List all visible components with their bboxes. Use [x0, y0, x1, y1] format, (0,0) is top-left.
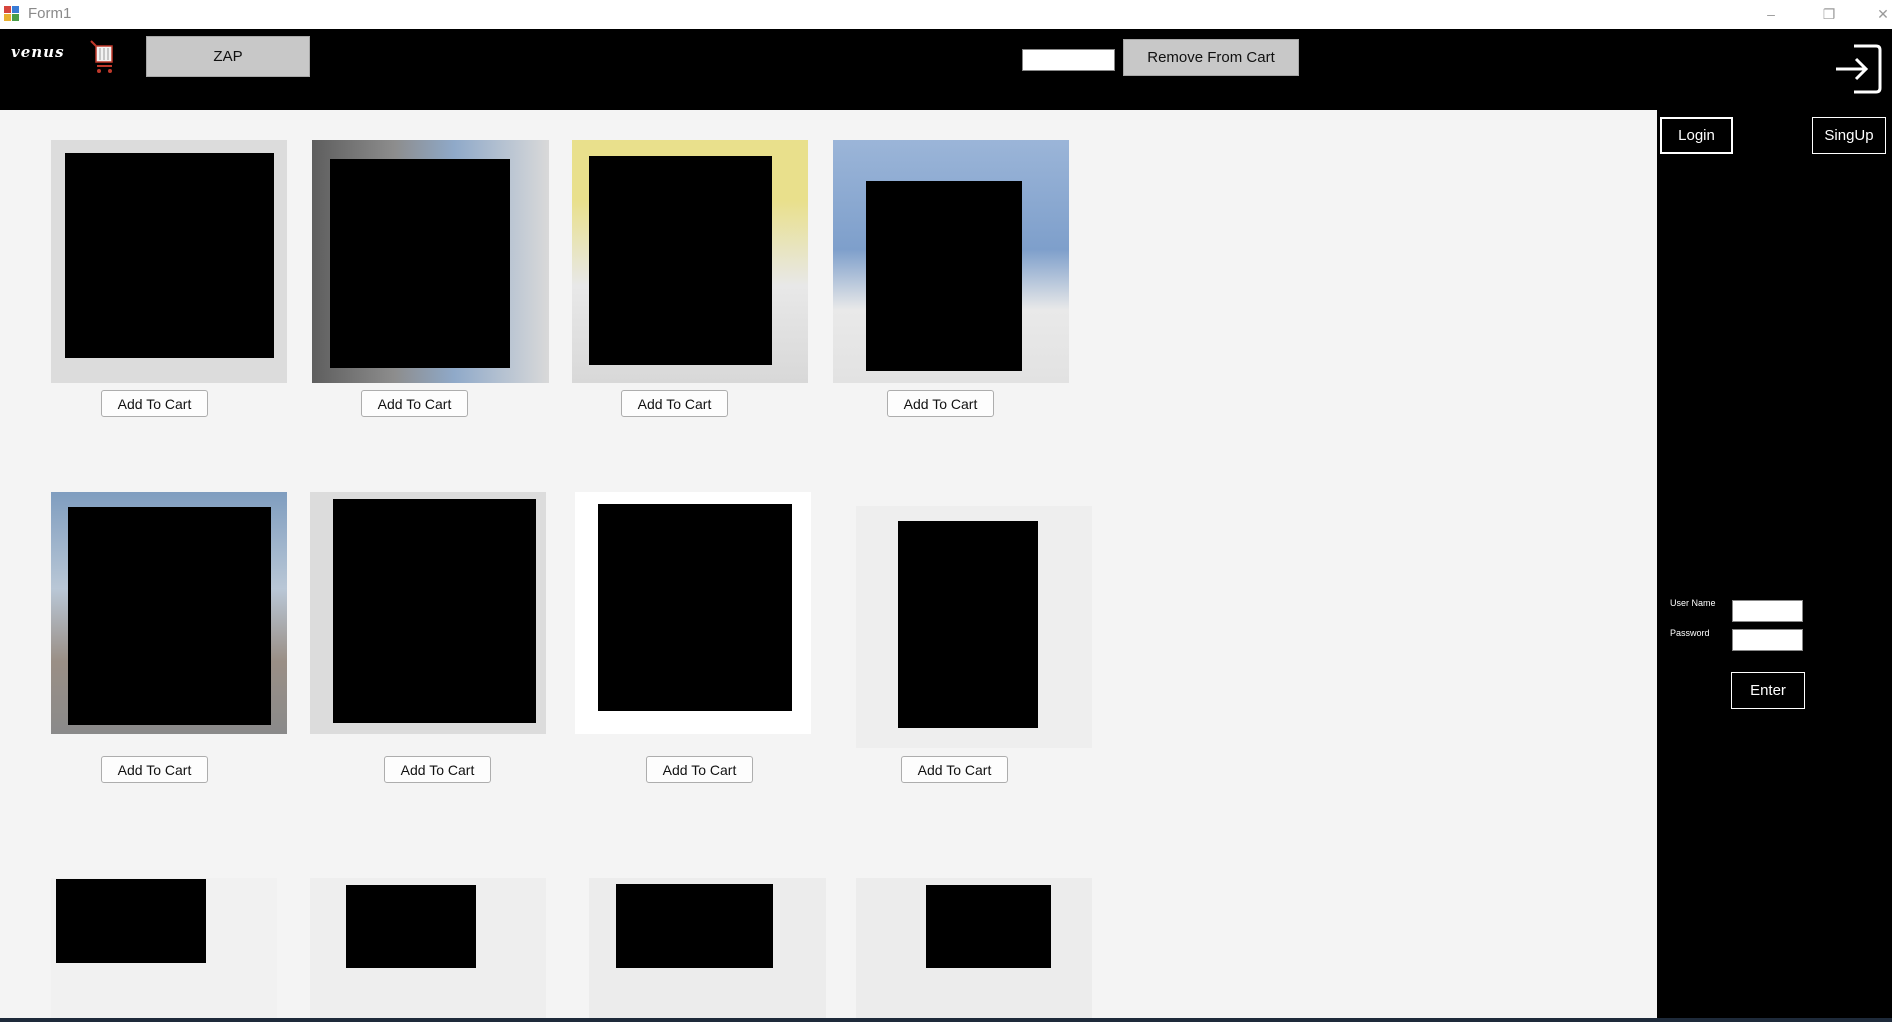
redacted-box: [330, 159, 510, 368]
exit-icon[interactable]: [1832, 40, 1884, 98]
add-to-cart-button[interactable]: Add To Cart: [901, 756, 1008, 783]
product-image: [51, 492, 287, 734]
account-sidebar: Login SingUp User Name Password Enter: [1657, 110, 1892, 1022]
shopping-cart-icon[interactable]: [88, 38, 118, 76]
product-image: [575, 492, 811, 734]
app-form-icon: [4, 6, 20, 22]
redacted-box: [65, 153, 274, 358]
window-title: Form1: [28, 5, 72, 22]
redacted-box: [589, 156, 772, 365]
password-label: Password: [1670, 628, 1710, 638]
product-image: [312, 140, 549, 383]
window-bottom-edge: [0, 1018, 1892, 1022]
redacted-box: [56, 879, 206, 963]
product-image: [833, 140, 1069, 383]
product-image: [51, 140, 287, 383]
redacted-box: [598, 504, 792, 711]
product-image: [856, 506, 1092, 748]
product-image: [856, 878, 1092, 1022]
remove-from-cart-button[interactable]: Remove From Cart: [1123, 39, 1299, 76]
add-to-cart-button[interactable]: Add To Cart: [887, 390, 994, 417]
zap-button[interactable]: ZAP: [146, 36, 310, 77]
enter-button[interactable]: Enter: [1731, 672, 1805, 709]
redacted-box: [333, 499, 536, 723]
redacted-box: [866, 181, 1022, 371]
redacted-box: [68, 507, 271, 725]
product-image: [310, 878, 546, 1022]
venus-logo: venus: [11, 43, 65, 61]
product-image: [572, 140, 808, 383]
redacted-box: [898, 521, 1038, 728]
signup-button[interactable]: SingUp: [1812, 117, 1886, 154]
add-to-cart-button[interactable]: Add To Cart: [621, 390, 728, 417]
username-field[interactable]: [1732, 600, 1803, 622]
add-to-cart-button[interactable]: Add To Cart: [361, 390, 468, 417]
top-toolbar: venus ZAP Remove From Cart: [0, 29, 1892, 110]
product-image: [51, 878, 277, 1022]
redacted-box: [616, 884, 773, 968]
restore-button[interactable]: ❐: [1806, 0, 1852, 29]
product-image: [310, 492, 546, 734]
main-window: Form1 – ❐ ✕ venus ZAP Remove From Cart A…: [0, 0, 1892, 1022]
redacted-box: [346, 885, 476, 968]
add-to-cart-button[interactable]: Add To Cart: [384, 756, 491, 783]
minimize-button[interactable]: –: [1748, 0, 1794, 29]
add-to-cart-button[interactable]: Add To Cart: [646, 756, 753, 783]
product-grid: Add To Cart Add To Cart Add To Cart Add …: [0, 110, 1657, 1022]
product-image: [589, 878, 826, 1022]
redacted-box: [926, 885, 1051, 968]
login-button[interactable]: Login: [1660, 117, 1733, 154]
add-to-cart-button[interactable]: Add To Cart: [101, 756, 208, 783]
cart-count-field[interactable]: [1022, 49, 1115, 71]
title-bar: Form1 – ❐ ✕: [0, 0, 1892, 29]
close-button[interactable]: ✕: [1860, 0, 1892, 29]
password-field[interactable]: [1732, 629, 1803, 651]
add-to-cart-button[interactable]: Add To Cart: [101, 390, 208, 417]
username-label: User Name: [1670, 598, 1716, 608]
